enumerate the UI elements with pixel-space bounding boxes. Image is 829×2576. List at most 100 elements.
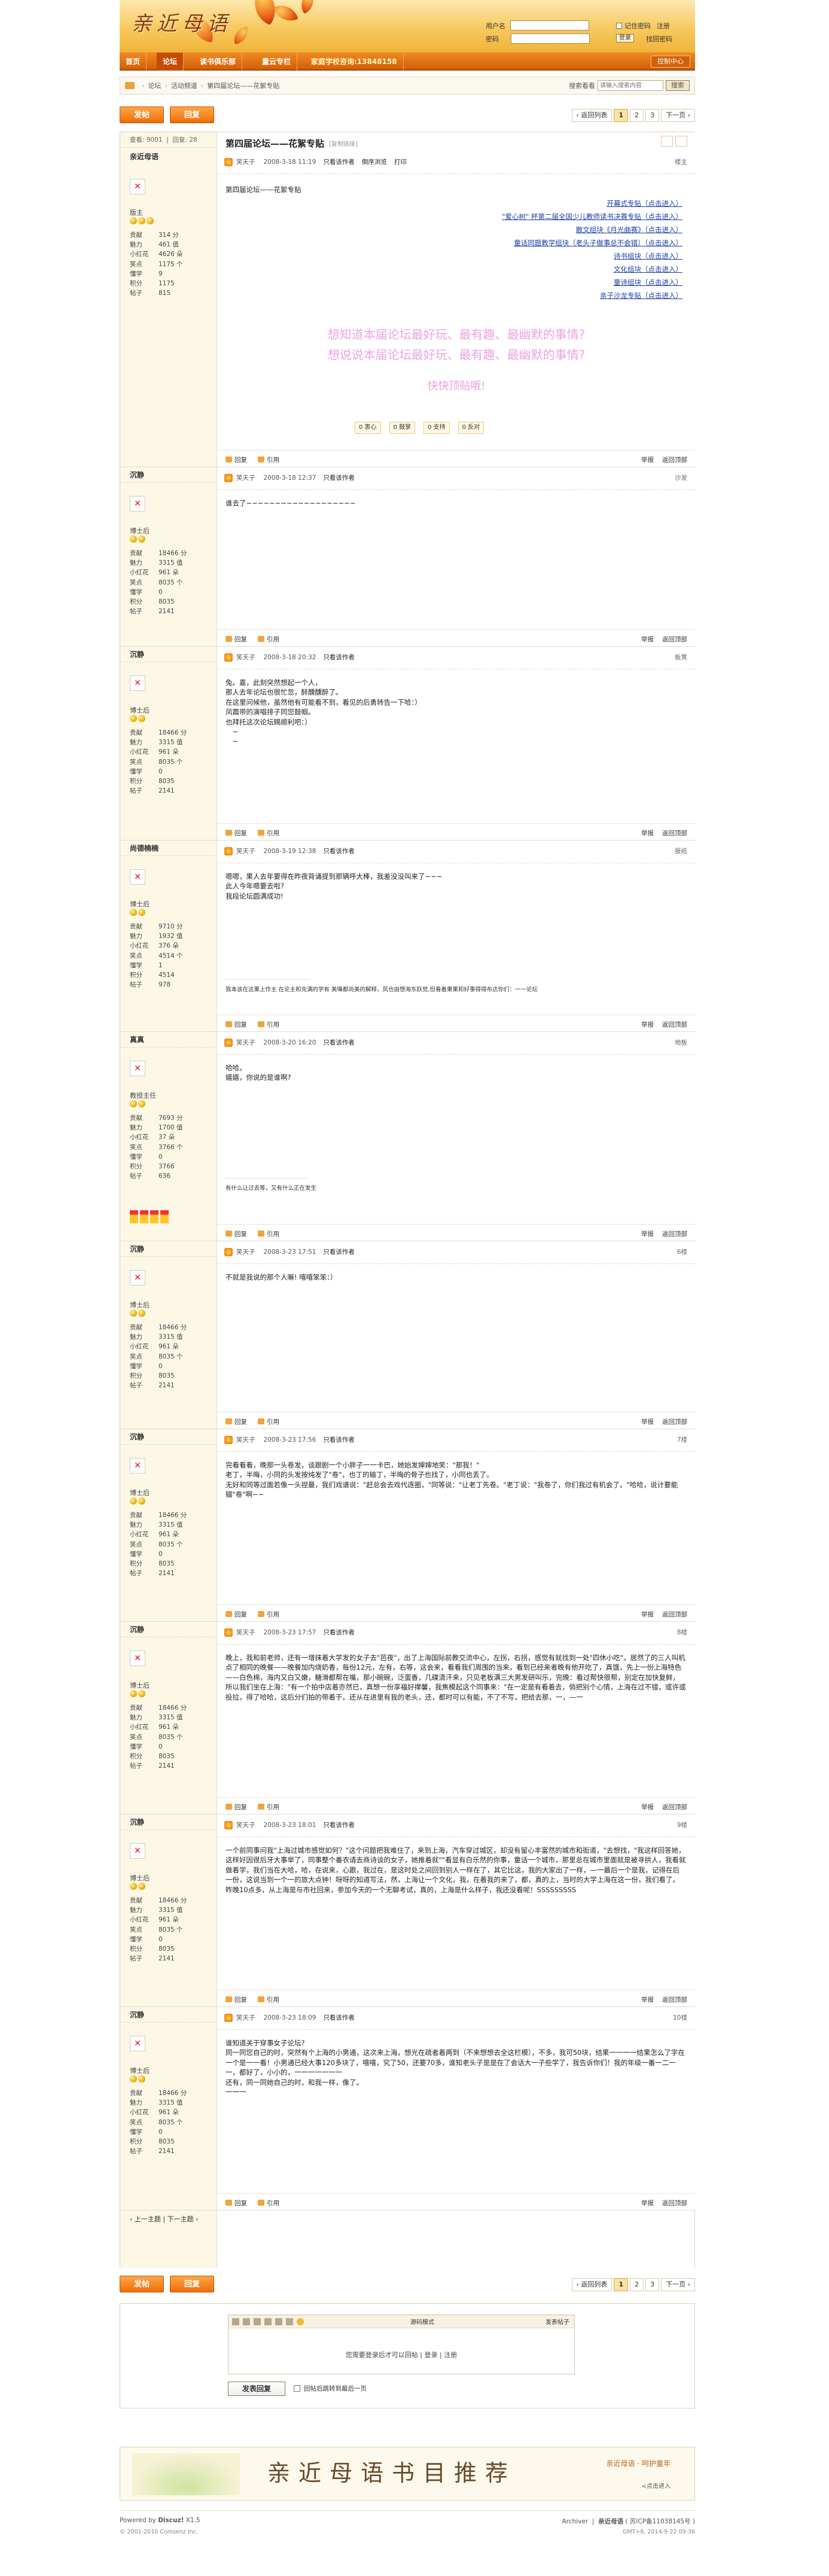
- reply-link[interactable]: 回复: [225, 1802, 247, 1811]
- floor-number[interactable]: 9楼: [677, 1820, 687, 1829]
- avatar[interactable]: ✕: [130, 2036, 145, 2051]
- quote-link[interactable]: 引用: [258, 1020, 279, 1029]
- avatar[interactable]: ✕: [130, 1270, 145, 1286]
- site-name-link[interactable]: 亲近母语: [598, 2518, 623, 2525]
- page-3[interactable]: 3: [645, 2278, 660, 2291]
- session-link[interactable]: 童诗组块（点击进入）: [502, 276, 682, 289]
- floor-number[interactable]: 6楼: [677, 1247, 687, 1256]
- submit-reply-button[interactable]: 发表回复: [228, 2382, 285, 2396]
- report-link[interactable]: 举报: [641, 635, 654, 644]
- search-button[interactable]: 搜索: [666, 80, 690, 91]
- back-to-list-link[interactable]: ‹ 返回列表: [571, 2278, 612, 2291]
- image-icon[interactable]: [264, 2318, 272, 2325]
- avatar[interactable]: ✕: [130, 496, 145, 511]
- reaction-button[interactable]: 0 支持: [423, 422, 450, 434]
- page-1[interactable]: 1: [614, 2278, 629, 2291]
- report-link[interactable]: 举报: [641, 1802, 654, 1811]
- avatar[interactable]: ✕: [130, 1651, 145, 1666]
- report-link[interactable]: 举报: [641, 829, 654, 838]
- post-author[interactable]: 笑天子: [236, 1435, 255, 1444]
- medal-icon[interactable]: [140, 1210, 148, 1223]
- prev-next-thread[interactable]: ‹ 上一主题 | 下一主题 ›: [120, 2210, 217, 2228]
- password-input[interactable]: [511, 34, 590, 44]
- medal-icon[interactable]: [160, 1210, 169, 1223]
- medal-icon[interactable]: [150, 1210, 159, 1223]
- back-to-top-link[interactable]: 返回顶部: [662, 1610, 687, 1619]
- reply-link[interactable]: 回复: [225, 1610, 247, 1619]
- page-2[interactable]: 2: [630, 109, 644, 122]
- reply-login-link[interactable]: 登录: [425, 2351, 438, 2359]
- quote-link[interactable]: 引用: [258, 829, 279, 838]
- reply-link[interactable]: 回复: [225, 829, 247, 838]
- reply-link[interactable]: 回复: [225, 1229, 247, 1238]
- reaction-button[interactable]: 0 衷心: [355, 422, 381, 434]
- session-link[interactable]: 亲子沙龙专贴（点击进入）: [502, 289, 682, 302]
- username-input[interactable]: [510, 20, 589, 31]
- reaction-button[interactable]: 0 反对: [458, 422, 484, 434]
- report-link[interactable]: 举报: [641, 1995, 654, 2004]
- post-author[interactable]: 笑天子: [236, 1820, 255, 1829]
- reply-link[interactable]: 回复: [225, 1020, 247, 1029]
- author-name[interactable]: 真真: [120, 1032, 217, 1048]
- floor-number[interactable]: 8楼: [677, 1628, 687, 1637]
- session-link[interactable]: 开幕式专贴（点击进入）: [502, 197, 683, 210]
- author-name[interactable]: 沉静: [120, 2007, 217, 2023]
- breadcrumb-thread[interactable]: 第四届论坛——花絮专贴: [207, 81, 279, 90]
- nav-item-home[interactable]: 首页: [120, 53, 147, 71]
- register-link[interactable]: 注册: [657, 21, 670, 31]
- font-icon[interactable]: [243, 2318, 250, 2325]
- only-author-link[interactable]: 只看该作者: [323, 1820, 355, 1829]
- page-1[interactable]: 1: [614, 109, 629, 122]
- floor-number[interactable]: 地板: [675, 1038, 687, 1047]
- back-to-top-link[interactable]: 返回顶部: [662, 1229, 687, 1238]
- report-link[interactable]: 举报: [641, 455, 654, 464]
- page-2[interactable]: 2: [630, 2278, 644, 2291]
- floor-number[interactable]: 10楼: [673, 2013, 687, 2022]
- bold-icon[interactable]: [232, 2318, 239, 2325]
- session-link[interactable]: 文化组块（点击进入）: [502, 263, 682, 276]
- jump-last-checkbox[interactable]: [294, 2385, 300, 2392]
- book-recommend-banner[interactable]: 亲近母语书目推荐 亲近母语 · 呵护童年 <点击进入: [120, 2447, 695, 2501]
- pen-icon[interactable]: [675, 136, 687, 147]
- next-page-link[interactable]: 下一页 ›: [661, 2278, 695, 2291]
- back-to-top-link[interactable]: 返回顶部: [662, 2199, 687, 2207]
- back-to-top-link[interactable]: 返回顶部: [662, 1020, 687, 1029]
- new-post-button-bottom[interactable]: 发帖: [120, 2276, 164, 2292]
- floor-number[interactable]: 7楼: [677, 1435, 687, 1444]
- back-to-top-link[interactable]: 返回顶部: [662, 1802, 687, 1811]
- only-author-link[interactable]: 只看该作者: [323, 1435, 355, 1444]
- author-name[interactable]: 沉静: [120, 1241, 217, 1257]
- avatar[interactable]: ✕: [130, 1843, 145, 1859]
- quote-link[interactable]: 引用: [258, 2199, 279, 2207]
- back-to-top-link[interactable]: 返回顶部: [662, 1417, 687, 1426]
- quote-link[interactable]: 引用: [258, 1995, 279, 2004]
- icp-link[interactable]: ( 苏ICP备11038145号 ): [625, 2518, 695, 2525]
- post-author[interactable]: 笑天子: [236, 157, 255, 166]
- report-link[interactable]: 举报: [641, 1610, 654, 1619]
- new-post-button[interactable]: 发帖: [120, 106, 164, 123]
- quote-link[interactable]: 引用: [258, 1610, 279, 1619]
- quote-icon[interactable]: [286, 2318, 293, 2325]
- session-link[interactable]: 散文组块《月光曲赛》（点击进入）: [502, 223, 682, 236]
- only-author-link[interactable]: 只看该作者: [323, 473, 355, 482]
- post-author[interactable]: 笑天子: [236, 847, 255, 855]
- home-icon[interactable]: [125, 82, 135, 89]
- quote-link[interactable]: 引用: [258, 1417, 279, 1426]
- avatar[interactable]: ✕: [130, 675, 145, 691]
- post-author[interactable]: 笑天子: [236, 473, 255, 482]
- post-author[interactable]: 笑天子: [236, 1628, 255, 1637]
- quote-link[interactable]: 引用: [258, 635, 279, 644]
- medal-icon[interactable]: [130, 1210, 138, 1223]
- thread-tool-icon[interactable]: [661, 136, 673, 147]
- reply-register-link[interactable]: 注册: [444, 2351, 457, 2359]
- quote-link[interactable]: 引用: [258, 1802, 279, 1811]
- only-author-link[interactable]: 只看该作者: [323, 847, 355, 855]
- back-to-top-link[interactable]: 返回顶部: [662, 635, 687, 644]
- link-icon[interactable]: [275, 2318, 282, 2325]
- advanced-post-link[interactable]: 发表帖子: [545, 2317, 569, 2326]
- discuz-link[interactable]: Discuz!: [158, 2517, 184, 2524]
- quote-link[interactable]: 引用: [258, 1229, 279, 1238]
- breadcrumb-forum[interactable]: 论坛: [148, 81, 161, 90]
- only-author-link[interactable]: 只看该作者: [323, 2013, 355, 2022]
- page-3[interactable]: 3: [645, 109, 660, 122]
